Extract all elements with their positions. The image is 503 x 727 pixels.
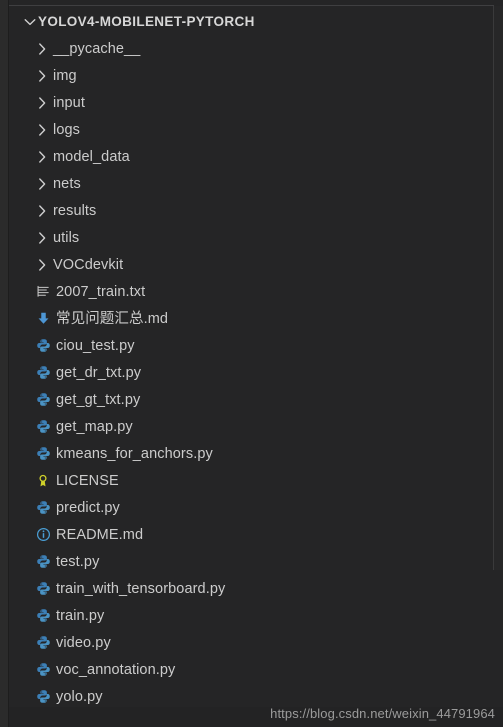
python-icon [33,446,53,462]
chevron-right-icon[interactable] [33,149,50,165]
tree-file-label: get_gt_txt.py [56,391,141,408]
tree-folder-label: model_data [53,148,130,165]
tree-folder-label: VOCdevkit [53,256,124,273]
tree-folder-row[interactable]: input [9,89,494,116]
watermark-url: https://blog.csdn.net/weixin_44791964 [270,706,495,721]
tree-folder-row[interactable]: __pycache__ [9,35,494,62]
tree-file-label: predict.py [56,499,120,516]
chevron-right-icon[interactable] [33,122,50,138]
chevron-right-icon[interactable] [33,176,50,192]
tree-file-row[interactable]: get_gt_txt.py [9,386,494,413]
tree-file-row[interactable]: predict.py [9,494,494,521]
tree-folder-row[interactable]: model_data [9,143,494,170]
python-icon [33,662,53,678]
python-icon [33,689,53,705]
tree-folder-row[interactable]: results [9,197,494,224]
python-icon [33,338,53,354]
tree-file-label: get_dr_txt.py [56,364,142,381]
tree-file-row[interactable]: 2007_train.txt [9,278,494,305]
tree-file-label: README.md [56,526,144,543]
tree-folder-label: input [53,94,85,111]
tree-file-label: train.py [56,607,105,624]
python-icon [33,554,53,570]
top-separator-rule [9,5,494,6]
chevron-right-icon[interactable] [33,68,50,84]
tree-folder-row[interactable]: img [9,62,494,89]
python-icon [33,635,53,651]
tree-file-label: get_map.py [56,418,133,435]
tree-root-row[interactable]: YOLOV4-MOBILENET-PYTORCH [9,8,494,35]
file-tree: YOLOV4-MOBILENET-PYTORCH __pycache__img in… [9,8,494,710]
tree-file-label: 常见问题汇总.md [56,310,169,327]
file-explorer-panel: YOLOV4-MOBILENET-PYTORCH __pycache__img in… [0,0,503,727]
tree-file-label: kmeans_for_anchors.py [56,445,213,462]
tree-file-row[interactable]: test.py [9,548,494,575]
chevron-right-icon[interactable] [33,230,50,246]
python-icon [33,365,53,381]
tree-file-row[interactable]: LICENSE [9,467,494,494]
tree-file-label: LICENSE [56,472,119,489]
chevron-right-icon[interactable] [33,203,50,219]
tree-folder-label: logs [53,121,80,138]
tree-file-label: 2007_train.txt [56,283,146,300]
tree-file-row[interactable]: ciou_test.py [9,332,494,359]
markdown-arrow-icon [33,311,53,327]
tree-folder-label: results [53,202,97,219]
python-icon [33,392,53,408]
tree-file-row[interactable]: train.py [9,602,494,629]
chevron-right-icon[interactable] [33,41,50,57]
tree-file-label: voc_annotation.py [56,661,176,678]
tree-file-label: yolo.py [56,688,103,705]
tree-file-label: test.py [56,553,100,570]
tree-folder-row[interactable]: utils [9,224,494,251]
tree-folder-label: __pycache__ [53,40,141,57]
tree-file-row[interactable]: get_dr_txt.py [9,359,494,386]
python-icon [33,608,53,624]
tree-folder-row[interactable]: logs [9,116,494,143]
text-lines-icon [33,284,53,300]
tree-file-row[interactable]: train_with_tensorboard.py [9,575,494,602]
left-gutter-strip [0,0,8,727]
chevron-right-icon[interactable] [33,257,50,273]
tree-file-row[interactable]: README.md [9,521,494,548]
python-icon [33,500,53,516]
license-ribbon-icon [33,473,53,489]
tree-root-label: YOLOV4-MOBILENET-PYTORCH [38,13,255,29]
tree-folder-row[interactable]: VOCdevkit [9,251,494,278]
tree-folder-row[interactable]: nets [9,170,494,197]
chevron-down-icon[interactable] [21,14,38,30]
chevron-right-icon[interactable] [33,95,50,111]
info-circle-icon [33,527,53,543]
tree-file-row[interactable]: video.py [9,629,494,656]
tree-file-label: video.py [56,634,111,651]
tree-file-row[interactable]: kmeans_for_anchors.py [9,440,494,467]
tree-file-row[interactable]: voc_annotation.py [9,656,494,683]
vertical-scrollbar[interactable] [494,6,503,570]
python-icon [33,581,53,597]
tree-file-row[interactable]: 常见问题汇总.md [9,305,494,332]
tree-file-label: train_with_tensorboard.py [56,580,226,597]
tree-file-label: ciou_test.py [56,337,135,354]
tree-folder-label: nets [53,175,81,192]
tree-file-row[interactable]: get_map.py [9,413,494,440]
python-icon [33,419,53,435]
tree-folder-label: utils [53,229,80,246]
tree-folder-label: img [53,67,77,84]
